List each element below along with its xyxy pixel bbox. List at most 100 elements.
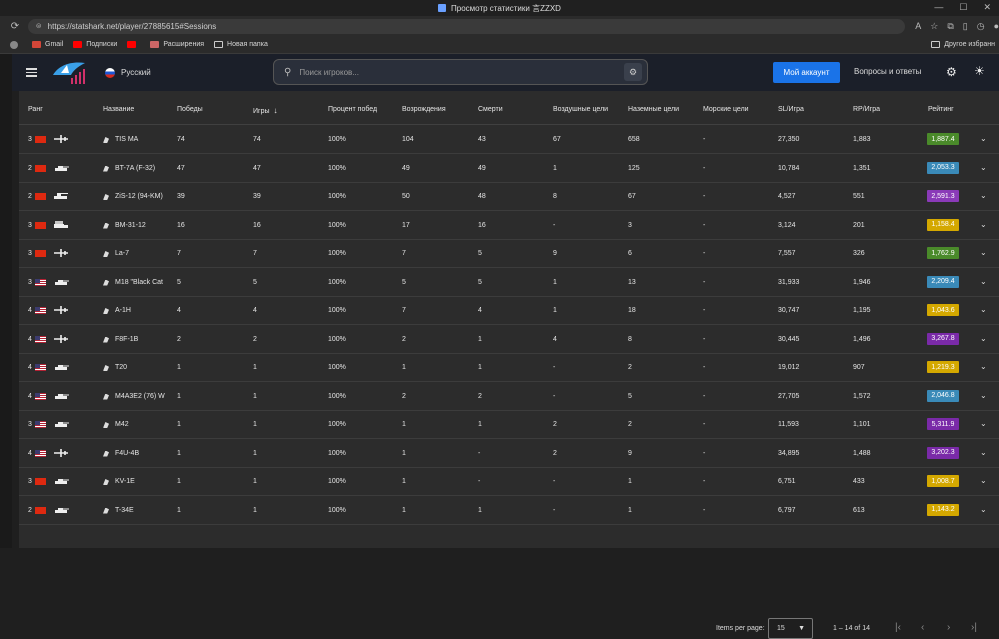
tank-icon (55, 365, 69, 370)
search-input[interactable] (299, 67, 600, 77)
cell-ground: 3 (628, 221, 632, 229)
star-icon[interactable]: ☆ (930, 21, 938, 32)
expand-chevron-icon[interactable]: ⌄ (980, 277, 987, 286)
menu-icon[interactable] (26, 68, 37, 77)
table-row[interactable]: 2 T-34E 1 1 100% 1 1 - 1 - 6,797 613 1,143.2 ⌄ (19, 497, 999, 525)
my-account-button[interactable]: Мой аккаунт (773, 62, 840, 83)
expand-chevron-icon[interactable]: ⌄ (980, 419, 987, 428)
col-winrate[interactable]: Процент побед (328, 106, 377, 113)
cell-winrate: 100% (328, 364, 346, 371)
cell-rp: 1,488 (853, 449, 871, 457)
expand-chevron-icon[interactable]: ⌄ (980, 391, 987, 400)
cell-wins: 47 (177, 164, 185, 172)
col-spawns[interactable]: Возрождения (402, 106, 446, 113)
table-row[interactable]: 2 BT-7A (F-32) 47 47 100% 49 49 1 125 - 10,784 1,35… (19, 155, 999, 183)
tabs-icon[interactable]: ▯ (963, 21, 968, 32)
expand-chevron-icon[interactable]: ⌄ (980, 448, 987, 457)
col-rp[interactable]: RP/Игра (853, 106, 880, 113)
table-row[interactable]: 4 M4A3E2 (76) W 1 1 100% 2 2 - 5 - 27,705 1,572 2,04… (19, 383, 999, 411)
col-air-targets[interactable]: Воздушные цели (553, 106, 608, 113)
expand-chevron-icon[interactable]: ⌄ (980, 163, 987, 172)
avatar[interactable]: ● (994, 21, 999, 32)
reload-icon[interactable]: ⟳ (8, 19, 22, 33)
col-naval-targets[interactable]: Морские цели (703, 106, 749, 113)
cell-spawns: 49 (402, 164, 410, 172)
table-row[interactable]: 3 KV-1E 1 1 100% 1 - - 1 - 6,751 433 1,008.7 ⌄ (19, 468, 999, 496)
expand-chevron-icon[interactable]: ⌄ (980, 134, 987, 143)
col-sl[interactable]: SL/Игра (778, 106, 804, 113)
bookmark-item-settings[interactable] (10, 40, 22, 49)
cell-rp: 1,572 (853, 392, 871, 400)
col-rating[interactable]: Рейтинг (928, 106, 954, 113)
col-rank[interactable]: Ранг (28, 106, 43, 113)
first-page-icon[interactable]: |‹ (895, 622, 901, 633)
maximize-icon[interactable]: ☐ (959, 2, 967, 13)
col-games[interactable]: Игры ↓ (253, 106, 278, 115)
bookmark-extensions[interactable]: Расширения (150, 41, 204, 48)
cell-rp: 1,883 (853, 136, 871, 143)
theme-toggle-icon[interactable]: ☀ (974, 64, 985, 78)
extensions-icon[interactable]: ⧉ (947, 21, 953, 32)
table-row[interactable]: 3 M18 "Black Cat 5 5 100% 5 5 1 13 - 31,933 1,946 2,… (19, 269, 999, 297)
cell-ground: 67 (628, 193, 636, 200)
table-row[interactable]: 3 TIS MA 74 74 100% 104 43 67 658 - 27,350 1,883 1,8… (19, 126, 999, 154)
prev-page-icon[interactable]: ‹ (921, 622, 924, 633)
qa-link[interactable]: Вопросы и ответы (854, 67, 921, 76)
col-deaths[interactable]: Смерти (478, 106, 503, 113)
cell-ground: 5 (628, 392, 632, 400)
gear-icon[interactable]: ⚙ (946, 65, 957, 79)
table-row[interactable]: 3 La-7 7 7 100% 7 5 9 6 - 7,557 326 1,762.9 ⌄ (19, 240, 999, 268)
bookmark-subscriptions[interactable]: Подписки (73, 41, 117, 48)
vehicle-class-icon (103, 308, 109, 314)
bookmark-youtube[interactable] (127, 41, 140, 48)
expand-chevron-icon[interactable]: ⌄ (980, 334, 987, 343)
cell-games: 47 (253, 164, 261, 172)
last-page-icon[interactable]: ›| (971, 622, 977, 633)
cell-deaths: - (478, 449, 481, 457)
bookmark-new-folder[interactable]: Новая папка (214, 41, 268, 48)
close-icon[interactable]: ✕ (983, 2, 991, 13)
col-ground-targets[interactable]: Наземные цели (628, 106, 679, 113)
page-size-select[interactable]: 15 ▼ (768, 618, 813, 639)
expand-chevron-icon[interactable]: ⌄ (980, 191, 987, 200)
cell-naval: - (703, 506, 706, 514)
cell-deaths: 1 (478, 421, 482, 428)
url-field[interactable]: ⊜ https://statshark.net/player/27885615#… (27, 18, 906, 34)
rating-badge: 1,043.6 (927, 304, 959, 316)
expand-chevron-icon[interactable]: ⌄ (980, 505, 987, 514)
cell-wins: 1 (177, 421, 181, 428)
bookmark-gmail[interactable]: Gmail (32, 41, 63, 48)
expand-chevron-icon[interactable]: ⌄ (980, 220, 987, 229)
rating-badge: 2,046.8 (927, 389, 959, 402)
table-row[interactable]: 4 T20 1 1 100% 1 1 - 2 - 19,012 907 1,219.3 ⌄ (19, 354, 999, 382)
minimize-icon[interactable]: — (934, 2, 943, 13)
filter-settings-button[interactable]: ⚙ (624, 63, 642, 81)
col-name[interactable]: Название (103, 106, 134, 113)
col-wins[interactable]: Победы (177, 106, 203, 113)
translate-icon[interactable]: A (915, 21, 921, 32)
expand-chevron-icon[interactable]: ⌄ (980, 305, 987, 314)
cell-games: 16 (253, 221, 261, 229)
col-games-label: Игры (253, 108, 270, 115)
china-flag-icon (35, 136, 46, 143)
cell-ground: 1 (628, 506, 632, 514)
table-row[interactable]: 3 M42 1 1 100% 1 1 2 2 - 11,593 1,101 5,311.9 ⌄ (19, 411, 999, 439)
statshark-logo[interactable] (51, 59, 89, 87)
table-row[interactable]: 4 F4U-4B 1 1 100% 1 - 2 9 - 34,895 1,488 3,202.3 ⌄ (19, 440, 999, 468)
language-selector[interactable]: Русский (105, 67, 151, 78)
cell-spawns: 7 (402, 250, 406, 257)
table-row[interactable]: 4 A-1H 4 4 100% 7 4 1 18 - 30,747 1,195 1,043.6 ⌄ (19, 297, 999, 325)
table-row[interactable]: 3 BM-31-12 16 16 100% 17 16 - 3 - 3,124 201 1,158.4 ⌄ (19, 212, 999, 240)
table-row[interactable]: 2 ZiS-12 (94-KM) 39 39 100% 50 48 8 67 - 4,527 551 2… (19, 183, 999, 211)
expand-chevron-icon[interactable]: ⌄ (980, 362, 987, 371)
next-page-icon[interactable]: › (947, 622, 950, 633)
table-row[interactable]: 4 F8F-1B 2 2 100% 2 1 4 8 - 30,445 1,496 3,267.8 ⌄ (19, 326, 999, 354)
vehicle-class-icon (103, 251, 109, 257)
cell-name: BT-7A (F-32) (115, 164, 156, 172)
rating-badge: 5,311.9 (927, 418, 959, 430)
history-icon[interactable]: ◷ (977, 21, 985, 32)
expand-chevron-icon[interactable]: ⌄ (980, 248, 987, 257)
site-info-icon[interactable]: ⊜ (36, 22, 42, 30)
expand-chevron-icon[interactable]: ⌄ (980, 476, 987, 485)
bookmark-other[interactable]: Другое избранн (931, 41, 995, 48)
